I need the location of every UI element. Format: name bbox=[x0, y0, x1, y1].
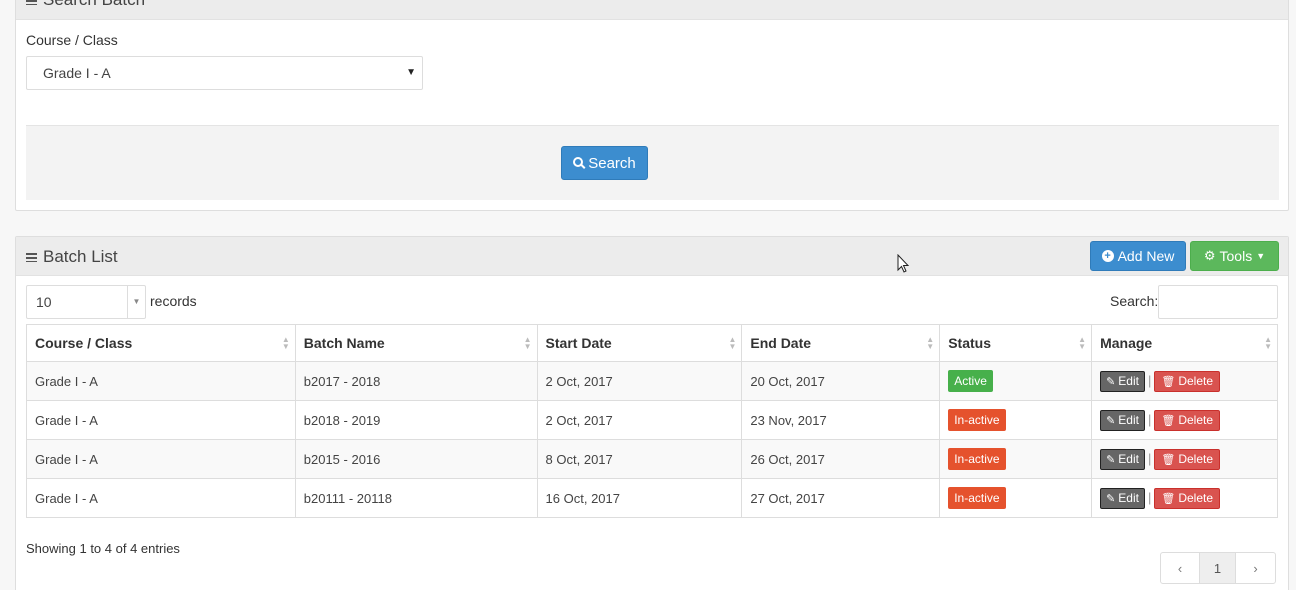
column-header[interactable]: Manage ▲ ▼ bbox=[1091, 324, 1278, 362]
table-row: Grade I - A b2017 - 2018 2 Oct, 2017 20 … bbox=[26, 361, 1278, 401]
cell-status: Active bbox=[939, 361, 1093, 401]
edit-button[interactable]: ✎ Edit bbox=[1100, 409, 1145, 431]
batch-table: Course / Class ▲ ▼ Batch Name ▲ ▼ Start Date… bbox=[26, 324, 1278, 518]
cell-end: 26 Oct, 2017 bbox=[741, 439, 941, 479]
table-search-label: Search: bbox=[1110, 293, 1159, 309]
search-panel-header: Search Batch bbox=[16, 0, 1288, 20]
mouse-cursor-icon bbox=[897, 254, 910, 273]
trash-icon: 🗑 bbox=[1161, 453, 1176, 466]
cell-batch: b2017 - 2018 bbox=[294, 361, 538, 401]
edit-icon: ✎ bbox=[1106, 375, 1116, 388]
delete-button[interactable]: 🗑 Delete bbox=[1154, 409, 1221, 431]
cell-batch: b2018 - 2019 bbox=[294, 400, 538, 440]
search-footer: Search bbox=[26, 125, 1279, 200]
column-header[interactable]: Status ▲ ▼ bbox=[939, 324, 1093, 362]
column-header[interactable]: End Date ▲ ▼ bbox=[741, 324, 941, 362]
edit-icon: ✎ bbox=[1106, 414, 1116, 427]
table-search-input[interactable] bbox=[1158, 285, 1278, 319]
menu-icon bbox=[26, 0, 37, 5]
caret-down-icon: ▼ bbox=[406, 67, 416, 78]
cell-course: Grade I - A bbox=[26, 400, 296, 440]
course-class-value: Grade I - A bbox=[43, 65, 111, 81]
status-badge: In-active bbox=[948, 409, 1006, 431]
table-row: Grade I - A b20111 - 20118 16 Oct, 2017 … bbox=[26, 478, 1278, 518]
list-panel-header: Batch List + Add New ⚙ Tools ▼ bbox=[16, 237, 1288, 276]
sort-icon: ▲ ▼ bbox=[1264, 335, 1272, 351]
cell-manage: ✎ Edit | 🗑 Delete bbox=[1091, 400, 1278, 440]
search-button-label: Search bbox=[588, 154, 636, 172]
search-batch-panel: Search Batch Course / Class Grade I - A … bbox=[15, 0, 1289, 211]
tools-label: Tools bbox=[1219, 248, 1253, 264]
cell-manage: ✎ Edit | 🗑 Delete bbox=[1091, 361, 1278, 401]
search-panel-title-text: Search Batch bbox=[43, 0, 145, 10]
cell-status: In-active bbox=[939, 400, 1093, 440]
trash-icon: 🗑 bbox=[1161, 375, 1176, 388]
cell-status: In-active bbox=[939, 478, 1093, 518]
add-new-button[interactable]: + Add New bbox=[1090, 241, 1186, 271]
edit-button[interactable]: ✎ Edit bbox=[1100, 487, 1145, 509]
cell-manage: ✎ Edit | 🗑 Delete bbox=[1091, 478, 1278, 518]
cell-course: Grade I - A bbox=[26, 478, 296, 518]
tools-button[interactable]: ⚙ Tools ▼ bbox=[1190, 241, 1279, 271]
edit-icon: ✎ bbox=[1106, 492, 1116, 505]
records-label: records bbox=[150, 293, 197, 309]
column-header[interactable]: Batch Name ▲ ▼ bbox=[294, 324, 538, 362]
cell-end: 27 Oct, 2017 bbox=[741, 478, 941, 518]
sort-icon: ▲ ▼ bbox=[523, 335, 532, 351]
cell-manage: ✎ Edit | 🗑 Delete bbox=[1091, 439, 1278, 479]
sort-icon: ▲ ▼ bbox=[728, 335, 737, 351]
status-badge: In-active bbox=[948, 487, 1006, 509]
pagination-prev[interactable]: ‹ bbox=[1161, 553, 1200, 583]
pagination-page-1[interactable]: 1 bbox=[1200, 553, 1236, 583]
menu-icon bbox=[26, 252, 37, 262]
cell-course: Grade I - A bbox=[26, 439, 296, 479]
cell-start: 16 Oct, 2017 bbox=[536, 478, 743, 518]
plus-circle-icon: + bbox=[1101, 250, 1114, 262]
sort-icon: ▲ ▼ bbox=[281, 335, 290, 351]
pagination: ‹ 1 › bbox=[1160, 552, 1276, 584]
delete-button[interactable]: 🗑 Delete bbox=[1154, 448, 1221, 470]
trash-icon: 🗑 bbox=[1161, 414, 1176, 427]
cell-start: 8 Oct, 2017 bbox=[536, 439, 743, 479]
cell-status: In-active bbox=[939, 439, 1093, 479]
status-badge: In-active bbox=[948, 448, 1006, 470]
list-panel-title-text: Batch List bbox=[43, 247, 118, 266]
search-panel-title: Search Batch bbox=[26, 0, 145, 10]
chevron-down-icon: ▼ bbox=[1256, 251, 1266, 261]
cell-course: Grade I - A bbox=[26, 361, 296, 401]
table-row: Grade I - A b2015 - 2016 8 Oct, 2017 26 … bbox=[26, 439, 1278, 479]
trash-icon: 🗑 bbox=[1161, 492, 1176, 505]
cell-start: 2 Oct, 2017 bbox=[536, 361, 743, 401]
cell-batch: b20111 - 20118 bbox=[294, 478, 538, 518]
gears-icon: ⚙ bbox=[1203, 248, 1216, 263]
table-header-row: Course / Class ▲ ▼ Batch Name ▲ ▼ Start Date… bbox=[26, 324, 1278, 362]
column-header[interactable]: Course / Class ▲ ▼ bbox=[26, 324, 296, 362]
pagination-next[interactable]: › bbox=[1236, 553, 1275, 583]
delete-button[interactable]: 🗑 Delete bbox=[1154, 487, 1221, 509]
cell-end: 20 Oct, 2017 bbox=[741, 361, 941, 401]
table-info: Showing 1 to 4 of 4 entries bbox=[26, 541, 180, 556]
cell-start: 2 Oct, 2017 bbox=[536, 400, 743, 440]
search-button[interactable]: Search bbox=[561, 146, 648, 180]
status-badge: Active bbox=[948, 370, 993, 392]
edit-button[interactable]: ✎ Edit bbox=[1100, 448, 1145, 470]
column-header[interactable]: Start Date ▲ ▼ bbox=[536, 324, 743, 362]
edit-button[interactable]: ✎ Edit bbox=[1100, 370, 1145, 392]
course-class-select[interactable]: Grade I - A ▼ bbox=[26, 56, 423, 90]
cell-end: 23 Nov, 2017 bbox=[741, 400, 941, 440]
search-icon bbox=[573, 157, 584, 167]
cell-batch: b2015 - 2016 bbox=[294, 439, 538, 479]
sort-icon: ▲ ▼ bbox=[926, 335, 935, 351]
edit-icon: ✎ bbox=[1106, 453, 1116, 466]
delete-button[interactable]: 🗑 Delete bbox=[1154, 370, 1221, 392]
add-new-label: Add New bbox=[1117, 248, 1175, 264]
sort-icon: ▲ ▼ bbox=[1078, 335, 1087, 351]
table-row: Grade I - A b2018 - 2019 2 Oct, 2017 23 … bbox=[26, 400, 1278, 440]
caret-down-icon: ▼ bbox=[127, 286, 145, 318]
page-length-select[interactable]: 10 ▼ bbox=[26, 285, 146, 319]
course-class-label: Course / Class bbox=[26, 32, 118, 48]
list-panel-title: Batch List bbox=[26, 247, 118, 267]
batch-list-panel: Batch List + Add New ⚙ Tools ▼ 10 ▼ reco… bbox=[15, 236, 1289, 590]
page-length-value: 10 bbox=[36, 294, 52, 310]
